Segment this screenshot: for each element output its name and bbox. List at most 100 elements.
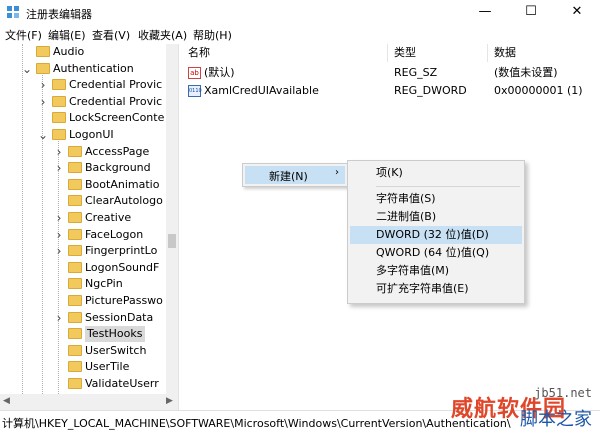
menu-bar: 文件(F) 编辑(E) 查看(V) 收藏夹(A) 帮助(H) <box>0 24 600 44</box>
tree-node[interactable]: ClearAutologo <box>0 193 178 209</box>
tree-node[interactable]: › FingerprintLo <box>0 243 178 259</box>
tree-node-label: Authentication <box>53 61 134 75</box>
folder-icon <box>68 145 82 157</box>
context-menu-new[interactable]: 新建(N) › <box>245 166 345 184</box>
close-button[interactable]: ✕ <box>554 0 600 24</box>
submenu-item-multi-string[interactable]: 多字符串值(M) <box>350 262 522 280</box>
tree-node-label: Background <box>85 161 151 175</box>
key-tree-pane[interactable]: Audio ⌄ Authentication › Credential Provic › C… <box>0 44 178 410</box>
folder-icon <box>36 46 50 57</box>
tree-node[interactable]: PicturePasswo <box>0 293 178 309</box>
column-header-name[interactable]: 名称 <box>182 44 388 62</box>
tree-node[interactable]: › FaceLogon <box>0 227 178 243</box>
menu-file[interactable]: 文件(F) <box>5 27 42 43</box>
chevron-right-icon[interactable]: › <box>54 310 64 326</box>
tree-node[interactable]: › Credential Provic <box>0 94 178 110</box>
title-bar: 注册表编辑器 — ☐ ✕ <box>0 0 600 24</box>
tree-horizontal-scrollbar[interactable]: ◀ ▶ <box>0 394 178 410</box>
folder-icon <box>68 378 82 389</box>
tree-node-label: LockScreenConte <box>69 111 165 125</box>
watermark-sub: 脚本之家 <box>520 409 592 430</box>
chevron-right-icon[interactable]: › <box>54 210 64 226</box>
tree-node-label: Creative <box>85 211 132 224</box>
tree-node-label: Audio <box>53 45 85 58</box>
submenu-item-label: DWORD (32 位)值(D) <box>376 228 489 241</box>
tree-node[interactable]: › Credential Provic <box>0 77 178 93</box>
tree-node-label: ClearAutologo <box>85 194 163 208</box>
new-submenu: 项(K) 字符串值(S) 二进制值(B) DWORD (32 位)值(D) QW… <box>347 160 525 304</box>
column-header-data[interactable]: 数据 <box>488 44 600 62</box>
tree-node[interactable]: › SessionData <box>0 310 178 326</box>
folder-icon <box>68 295 82 306</box>
submenu-item-key[interactable]: 项(K) <box>350 164 522 182</box>
tree-node[interactable]: Audio <box>0 44 178 60</box>
chevron-down-icon[interactable]: ⌄ <box>22 61 32 77</box>
scroll-left-icon[interactable]: ◀ <box>3 396 10 406</box>
folder-icon <box>68 162 82 174</box>
tree-node[interactable]: › Background <box>0 160 178 176</box>
submenu-item-expandable-string[interactable]: 可扩充字符串值(E) <box>350 280 522 298</box>
value-row[interactable]: 0110 XamlCredUIAvailable REG_DWORD 0x000… <box>182 82 600 100</box>
submenu-item-label: 可扩充字符串值(E) <box>376 282 469 295</box>
tree-node-label: AccessPage <box>85 144 150 158</box>
folder-icon <box>52 112 66 124</box>
folder-icon <box>68 212 82 223</box>
tree-node-label: FaceLogon <box>85 227 144 241</box>
tree-node[interactable]: LockScreenConte <box>0 110 178 126</box>
folder-icon <box>68 344 82 356</box>
tree-node-label: UserSwitch <box>85 343 147 357</box>
tree-node-label: Credential Provic <box>69 78 163 92</box>
chevron-right-icon[interactable]: › <box>38 77 48 93</box>
tree-node[interactable]: ⌄ Authentication <box>0 61 178 77</box>
scroll-right-icon[interactable]: ▶ <box>166 396 173 406</box>
tree-node[interactable]: TestHooks <box>0 326 178 343</box>
folder-icon <box>52 95 66 107</box>
string-value-icon: ab <box>188 67 201 79</box>
submenu-item-dword[interactable]: DWORD (32 位)值(D) <box>350 226 522 244</box>
context-menu-new-label: 新建(N) <box>269 170 308 183</box>
tree-node-label: NgcPin <box>85 277 123 291</box>
tree-vertical-scrollbar[interactable] <box>166 44 178 394</box>
context-menu: 新建(N) › <box>242 163 350 187</box>
folder-icon <box>68 195 82 207</box>
folder-icon <box>68 361 82 373</box>
submenu-item-binary[interactable]: 二进制值(B) <box>350 208 522 226</box>
tree-node[interactable]: ValidateUserr <box>0 376 178 392</box>
chevron-right-icon[interactable]: › <box>54 160 64 176</box>
tree-node[interactable]: BootAnimatio <box>0 177 178 193</box>
tree-node[interactable]: NgcPin <box>0 276 178 292</box>
tree-node[interactable]: LogonSoundF <box>0 260 178 276</box>
value-type: REG_SZ <box>394 66 438 79</box>
maximize-button[interactable]: ☐ <box>508 0 554 24</box>
value-row[interactable]: ab (默认) REG_SZ (数值未设置) <box>182 64 600 82</box>
tree-scroll-thumb[interactable] <box>168 234 176 248</box>
chevron-right-icon[interactable]: › <box>54 144 64 160</box>
chevron-down-icon[interactable]: ⌄ <box>38 127 48 143</box>
menu-help[interactable]: 帮助(H) <box>193 27 232 43</box>
tree-node-label: LogonUI <box>69 128 114 141</box>
chevron-right-icon[interactable]: › <box>54 243 64 259</box>
column-header-type[interactable]: 类型 <box>388 44 488 62</box>
tree-node[interactable]: › Creative <box>0 210 178 226</box>
folder-icon <box>36 62 50 74</box>
tree-node[interactable]: UserSwitch <box>0 343 178 359</box>
tree-node[interactable]: › AccessPage <box>0 144 178 160</box>
chevron-right-icon[interactable]: › <box>38 94 48 110</box>
menu-view[interactable]: 查看(V) <box>92 27 130 43</box>
chevron-right-icon[interactable]: › <box>54 227 64 243</box>
tree-node[interactable]: UserTile <box>0 359 178 375</box>
submenu-item-label: 二进制值(B) <box>376 210 437 223</box>
menu-favorites[interactable]: 收藏夹(A) <box>138 27 187 43</box>
folder-icon <box>68 228 82 240</box>
submenu-item-string[interactable]: 字符串值(S) <box>350 190 522 208</box>
menu-edit[interactable]: 编辑(E) <box>48 27 86 43</box>
tree-node-label: UserTile <box>85 360 130 374</box>
submenu-item-label: 字符串值(S) <box>376 192 436 205</box>
submenu-arrow-icon: › <box>335 167 339 178</box>
minimize-button[interactable]: — <box>462 0 508 24</box>
submenu-item-qword[interactable]: QWORD (64 位)值(Q) <box>350 244 522 262</box>
tree-node[interactable]: ⌄ LogonUI <box>0 127 178 143</box>
folder-icon <box>68 261 82 273</box>
tree-node-label: TestHooks <box>85 326 145 343</box>
tree-node-label: BootAnimatio <box>85 177 160 191</box>
